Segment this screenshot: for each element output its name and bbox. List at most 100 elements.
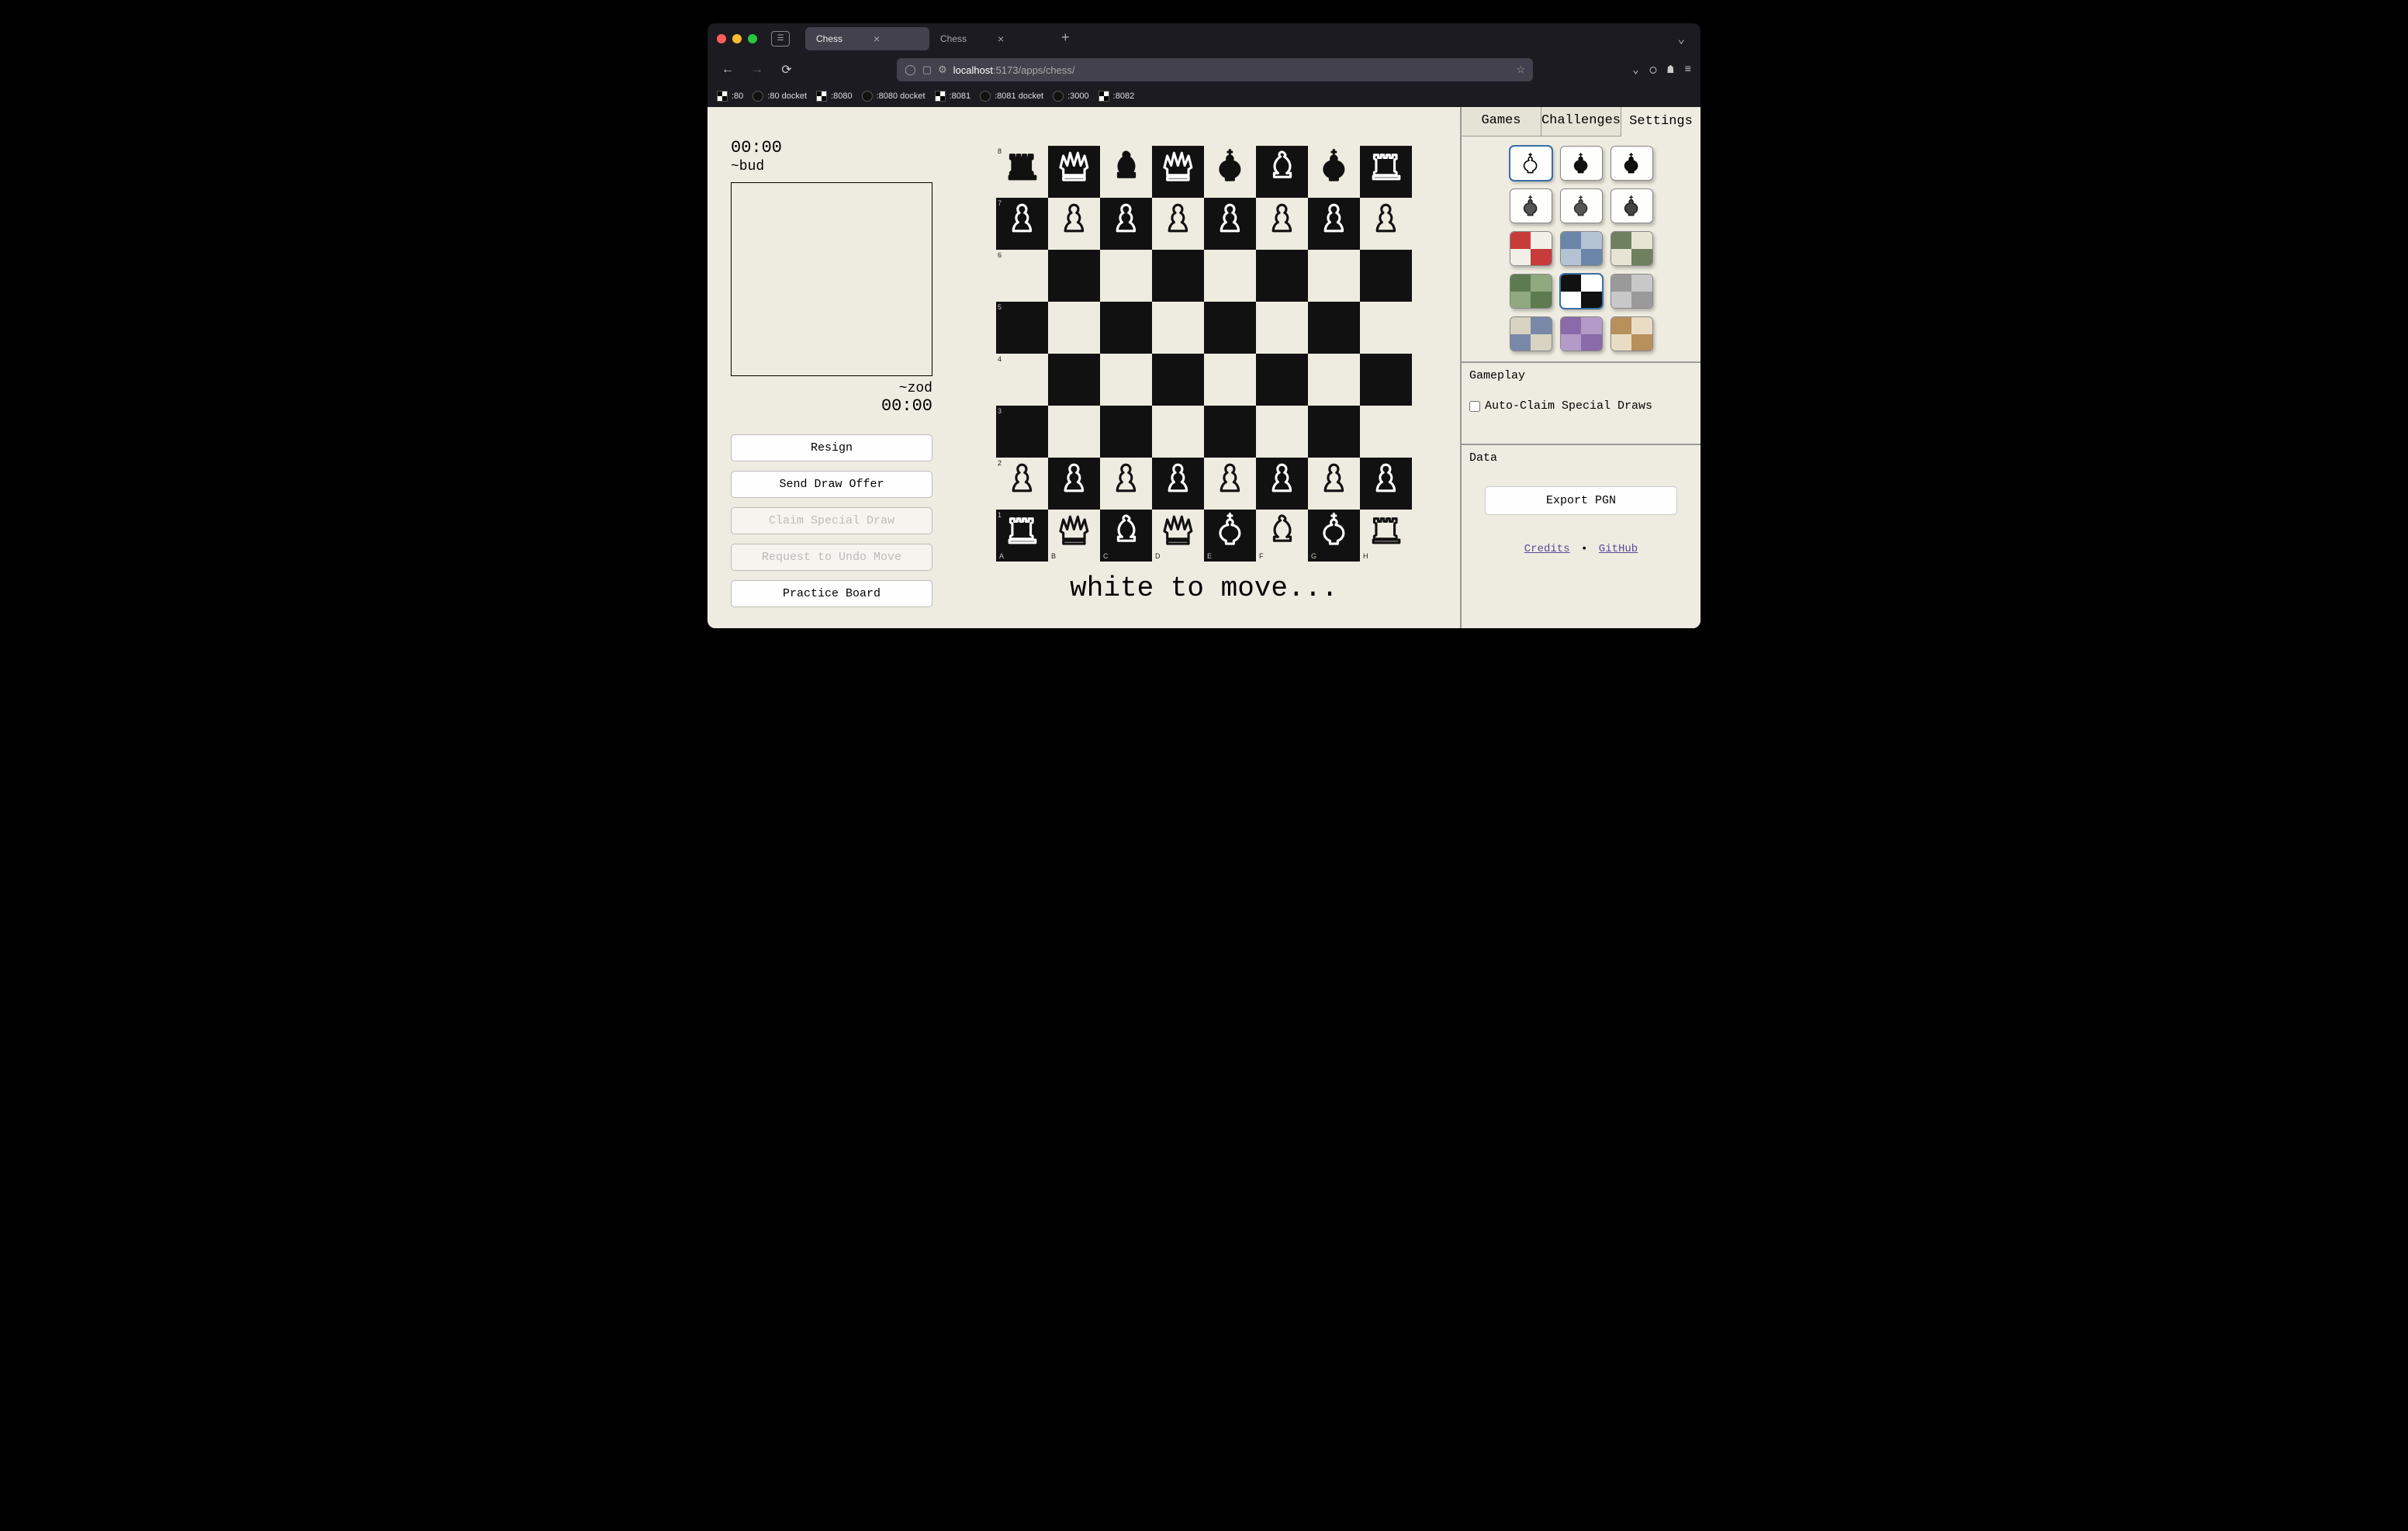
piece-wP[interactable]	[1001, 196, 1044, 251]
auto-claim-checkbox[interactable]	[1469, 401, 1480, 412]
piece-theme-option[interactable]	[1611, 146, 1653, 181]
back-button[interactable]: ←	[717, 63, 739, 77]
board-theme-option[interactable]	[1510, 274, 1552, 309]
export-pgn-button[interactable]: Export PGN	[1485, 486, 1677, 515]
piece-wP[interactable]	[1365, 456, 1408, 511]
square[interactable]	[1048, 250, 1100, 302]
square[interactable]	[1152, 354, 1204, 406]
practice-board-button[interactable]: Practice Board	[731, 580, 932, 607]
piece-wK[interactable]	[1313, 508, 1356, 563]
square[interactable]	[1360, 406, 1412, 458]
piece-wP[interactable]	[1209, 196, 1252, 251]
new-tab-button[interactable]: +	[1061, 31, 1070, 47]
browser-tab-active[interactable]: Chess ×	[805, 27, 929, 50]
piece-wP[interactable]	[1313, 196, 1356, 251]
piece-wK[interactable]	[1209, 508, 1252, 563]
square[interactable]	[1308, 354, 1360, 406]
square[interactable]: G	[1308, 510, 1360, 562]
square[interactable]	[1152, 198, 1204, 250]
bookmark-item[interactable]: :3000	[1053, 91, 1089, 102]
bookmark-item[interactable]: :8080	[816, 91, 853, 102]
square[interactable]	[1048, 302, 1100, 354]
piece-wB[interactable]	[1105, 508, 1148, 563]
board-theme-option[interactable]	[1560, 316, 1603, 351]
bookmark-item[interactable]: :80	[717, 91, 743, 102]
reload-button[interactable]: ⟳	[776, 62, 797, 78]
square[interactable]: F	[1256, 510, 1308, 562]
square[interactable]	[1204, 354, 1256, 406]
piece-wP[interactable]	[1001, 456, 1044, 511]
piece-bR[interactable]	[1365, 144, 1408, 199]
square[interactable]: B	[1048, 510, 1100, 562]
square[interactable]	[1308, 406, 1360, 458]
square[interactable]	[1256, 302, 1308, 354]
square[interactable]	[1048, 406, 1100, 458]
maximize-window-button[interactable]	[748, 34, 757, 43]
square[interactable]	[1100, 198, 1152, 250]
square[interactable]	[1152, 458, 1204, 510]
close-tab-icon[interactable]: ×	[998, 33, 1004, 45]
tabs-overflow-icon[interactable]: ⌄	[1677, 31, 1685, 47]
close-tab-icon[interactable]: ×	[874, 33, 880, 45]
square[interactable]	[1100, 406, 1152, 458]
github-link[interactable]: GitHub	[1599, 543, 1638, 555]
square[interactable]	[1256, 406, 1308, 458]
square[interactable]	[1256, 146, 1308, 198]
piece-wP[interactable]	[1053, 196, 1096, 251]
board-theme-option[interactable]	[1560, 274, 1603, 309]
square[interactable]	[1204, 198, 1256, 250]
piece-bB[interactable]	[1105, 144, 1148, 199]
piece-theme-option[interactable]	[1611, 188, 1653, 223]
square[interactable]: D	[1152, 510, 1204, 562]
square[interactable]	[1152, 406, 1204, 458]
piece-bR[interactable]	[1001, 144, 1044, 199]
square[interactable]	[1308, 302, 1360, 354]
square[interactable]: 6	[996, 250, 1048, 302]
bookmark-star-icon[interactable]: ☆	[1516, 64, 1525, 76]
board-theme-option[interactable]	[1560, 231, 1603, 266]
bookmark-item[interactable]: :8080 docket	[862, 91, 925, 102]
square[interactable]	[1360, 146, 1412, 198]
bookmark-item[interactable]: :8081 docket	[980, 91, 1043, 102]
square[interactable]: 3	[996, 406, 1048, 458]
square[interactable]	[1204, 146, 1256, 198]
account-icon[interactable]: ◯	[1650, 64, 1656, 77]
forward-button[interactable]: →	[746, 63, 768, 77]
square[interactable]	[1048, 146, 1100, 198]
square[interactable]	[1256, 458, 1308, 510]
piece-theme-option[interactable]	[1510, 146, 1552, 181]
square[interactable]: 4	[996, 354, 1048, 406]
piece-bK[interactable]	[1209, 144, 1252, 199]
square[interactable]	[1360, 198, 1412, 250]
square[interactable]	[1256, 250, 1308, 302]
board-theme-option[interactable]	[1611, 231, 1653, 266]
square[interactable]	[1360, 458, 1412, 510]
square[interactable]	[1100, 354, 1152, 406]
square[interactable]	[1360, 302, 1412, 354]
piece-wQ[interactable]	[1157, 508, 1200, 563]
piece-theme-option[interactable]	[1560, 146, 1603, 181]
square[interactable]	[1152, 250, 1204, 302]
square[interactable]	[1100, 302, 1152, 354]
piece-theme-option[interactable]	[1560, 188, 1603, 223]
piece-bB[interactable]	[1261, 144, 1304, 199]
extensions-icon[interactable]: ☗	[1667, 64, 1673, 77]
square[interactable]	[1100, 458, 1152, 510]
square[interactable]	[1204, 250, 1256, 302]
square[interactable]: 2	[996, 458, 1048, 510]
square[interactable]: 7	[996, 198, 1048, 250]
square[interactable]	[1204, 458, 1256, 510]
bookmark-item[interactable]: :80 docket	[752, 91, 807, 102]
square[interactable]	[1256, 198, 1308, 250]
piece-wP[interactable]	[1053, 456, 1096, 511]
browser-tab-inactive[interactable]: Chess ×	[929, 27, 1054, 50]
bookmark-item[interactable]: :8081	[935, 91, 971, 102]
square[interactable]	[1152, 302, 1204, 354]
piece-bQ[interactable]	[1053, 144, 1096, 199]
piece-wP[interactable]	[1157, 456, 1200, 511]
piece-wP[interactable]	[1261, 196, 1304, 251]
piece-wP[interactable]	[1313, 456, 1356, 511]
close-window-button[interactable]	[717, 34, 726, 43]
piece-bK[interactable]	[1313, 144, 1356, 199]
square[interactable]	[1100, 250, 1152, 302]
